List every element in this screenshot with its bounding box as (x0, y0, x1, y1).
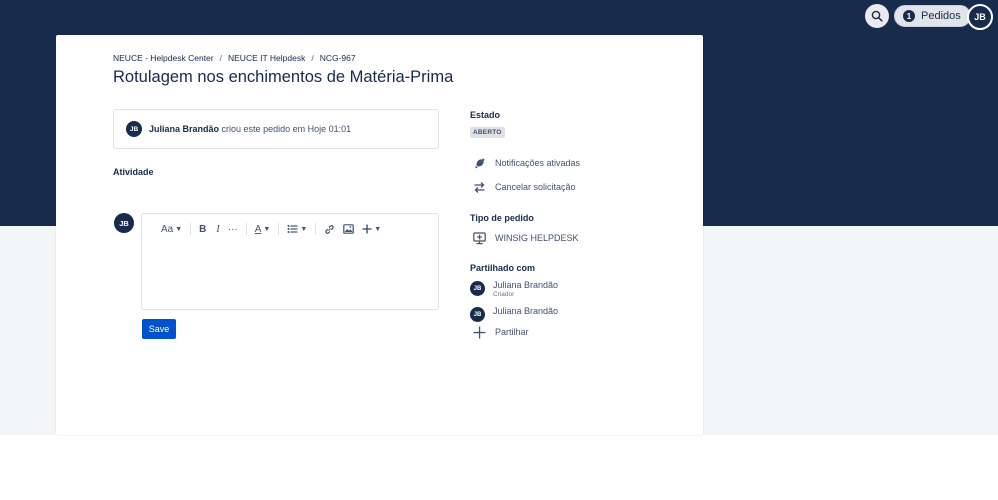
monitor-plus-icon (472, 231, 486, 245)
breadcrumb-separator: / (219, 53, 222, 63)
avatar: JB (126, 121, 142, 137)
avatar: JB (470, 281, 485, 296)
activity-heading: Atividade (113, 167, 154, 177)
image-icon (343, 224, 355, 234)
chevron-down-icon: ▼ (263, 225, 271, 233)
created-text: criou este pedido em Hoje 01:01 (221, 124, 352, 134)
plus-icon (472, 325, 486, 339)
page-title: Rotulagem nos enchimentos de Matéria-Pri… (113, 68, 454, 86)
request-type-heading: Tipo de pedido (470, 213, 534, 223)
chevron-down-icon: ▼ (175, 225, 183, 233)
bell-icon (472, 156, 486, 170)
chevron-down-icon: ▼ (374, 225, 382, 233)
breadcrumb: NEUCE - Helpdesk Center / NEUCE IT Helpd… (113, 53, 356, 63)
shared-user-name: Juliana Brandão (493, 306, 559, 316)
editor-toolbar: Aa ▼ B I ··· A ▼ ▼ ▼ (159, 222, 383, 236)
link-icon (325, 224, 334, 234)
save-button[interactable]: Save (142, 319, 176, 339)
shared-with-heading: Partilhado com (470, 263, 536, 273)
search-icon (871, 10, 883, 22)
more-formatting-button[interactable]: ··· (226, 224, 240, 235)
shared-user: JB Juliana Brandão (470, 306, 558, 322)
bold-icon: B (199, 223, 207, 235)
text-style-button[interactable]: Aa ▼ (159, 224, 184, 235)
plus-icon (362, 224, 372, 234)
notifications-label: Notificações ativadas (495, 158, 581, 168)
text-color-icon: A (254, 223, 262, 235)
breadcrumb-separator: / (311, 53, 314, 63)
cancel-request-button[interactable]: Cancelar solicitação (472, 180, 576, 194)
status-badge: ABERTO (470, 127, 505, 138)
notifications-toggle[interactable]: Notificações ativadas (472, 156, 580, 170)
toolbar-divider (278, 223, 280, 235)
breadcrumb-helpdesk-center[interactable]: NEUCE - Helpdesk Center (113, 53, 214, 63)
insert-button[interactable]: ▼ (360, 224, 383, 234)
request-card: NEUCE - Helpdesk Center / NEUCE IT Helpd… (56, 35, 703, 435)
requests-button[interactable]: 1 Pedidos (894, 5, 971, 27)
breadcrumb-it-helpdesk[interactable]: NEUCE IT Helpdesk (228, 53, 305, 63)
toolbar-divider (190, 223, 192, 235)
bold-button[interactable]: B (197, 224, 208, 235)
shared-user: JB Juliana Brandão Criador (470, 280, 558, 298)
share-button[interactable]: Partilhar (472, 325, 529, 339)
image-button[interactable] (341, 224, 356, 234)
chevron-down-icon: ▼ (300, 225, 308, 233)
commenter-avatar: JB (114, 213, 134, 233)
shared-user-name: Juliana Brandão (493, 280, 559, 290)
text-color-button[interactable]: A ▼ (253, 224, 273, 235)
more-icon: ··· (227, 223, 238, 235)
text-style-icon: Aa (161, 223, 174, 235)
created-activity-item: JB Juliana Brandão criou este pedido em … (113, 109, 439, 149)
status-heading: Estado (470, 110, 501, 120)
share-label: Partilhar (495, 327, 529, 337)
search-button[interactable] (865, 4, 889, 28)
profile-avatar[interactable]: JB (967, 4, 993, 30)
toolbar-divider (315, 223, 317, 235)
shared-user-role: Criador (493, 291, 515, 298)
bullet-list-icon (287, 225, 298, 233)
creator-name: Juliana Brandão (149, 124, 220, 134)
italic-button[interactable]: I (214, 224, 221, 235)
italic-icon: I (216, 223, 220, 235)
comment-editor: Aa ▼ B I ··· A ▼ ▼ ▼ (141, 213, 439, 310)
transfer-arrows-icon (472, 180, 486, 194)
cancel-request-label: Cancelar solicitação (495, 182, 576, 192)
list-button[interactable]: ▼ (285, 224, 309, 234)
breadcrumb-request-key[interactable]: NCG-967 (320, 53, 356, 63)
requests-count-badge: 1 (903, 10, 915, 22)
comment-input[interactable] (150, 244, 430, 302)
toolbar-divider (245, 223, 247, 235)
link-button[interactable] (322, 224, 337, 235)
request-type: WINSIG HELPDESK (472, 231, 579, 245)
avatar: JB (470, 307, 485, 322)
requests-label: Pedidos (921, 10, 961, 22)
request-type-value: WINSIG HELPDESK (495, 233, 579, 243)
